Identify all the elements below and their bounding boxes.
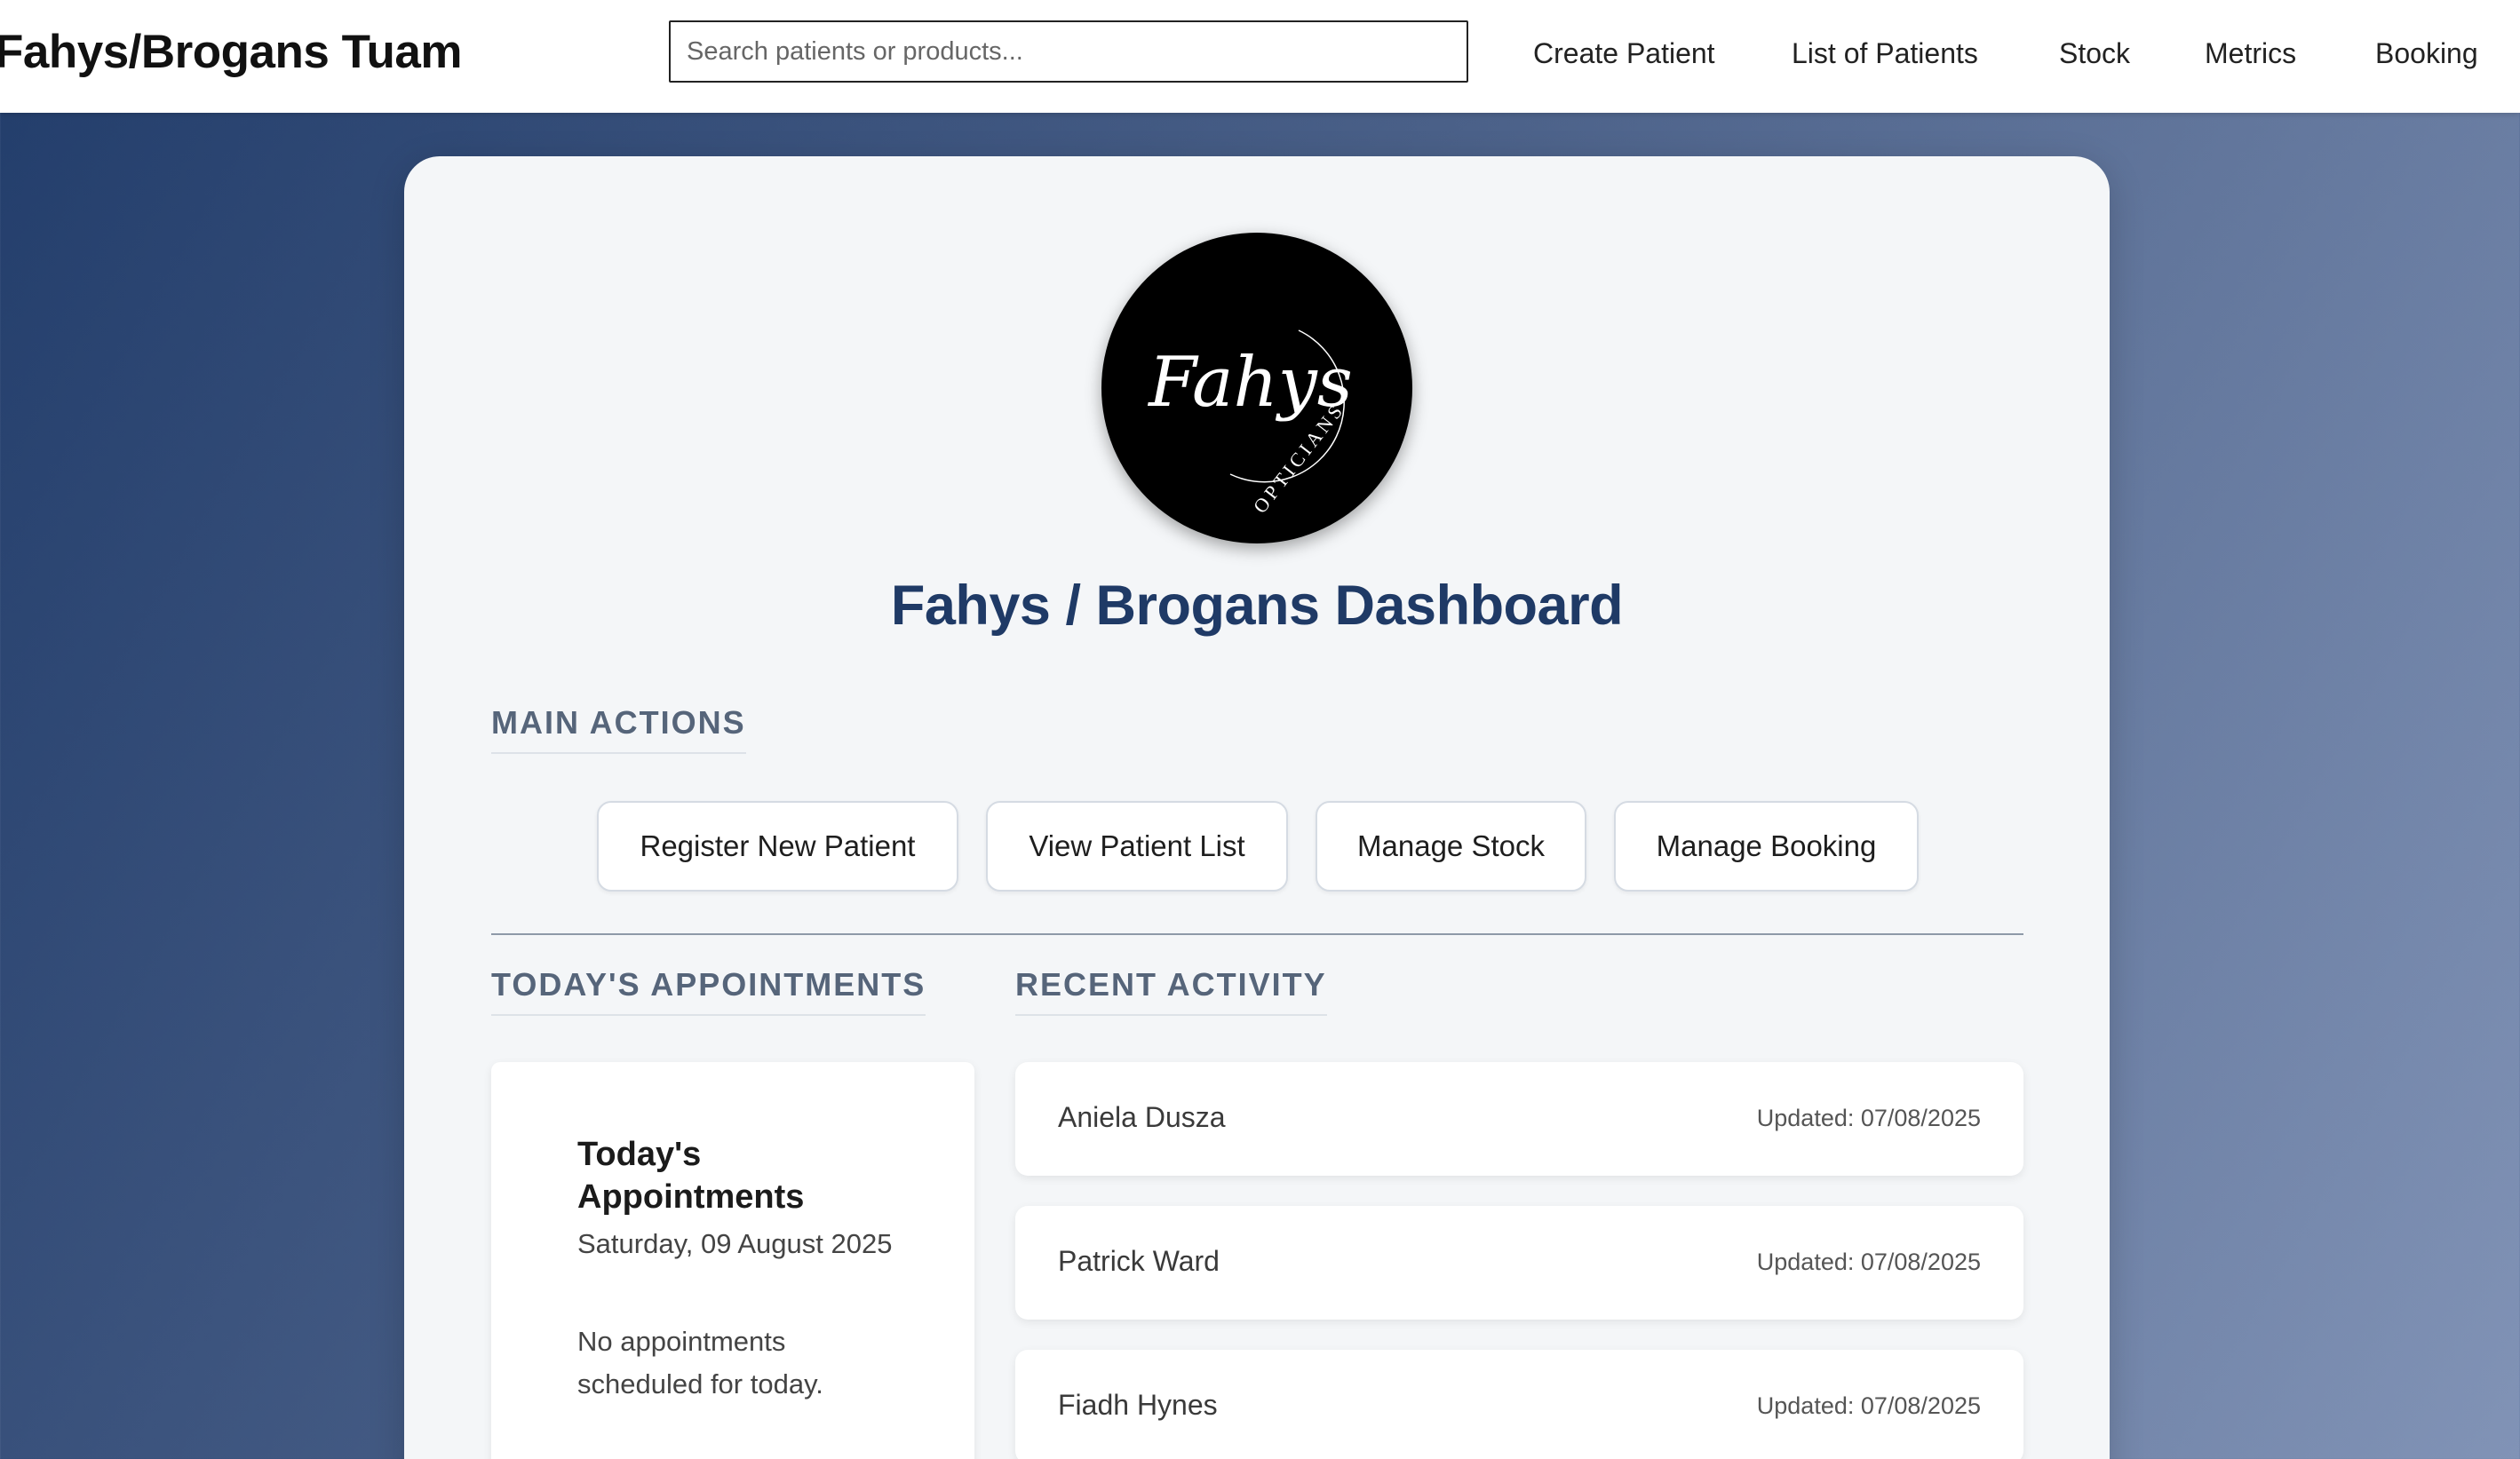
manage-stock-button[interactable]: Manage Stock [1316,801,1586,892]
logo-graphic: Fahys OPTICIANS [1147,329,1353,518]
view-patient-list-button[interactable]: View Patient List [986,801,1288,892]
recent-activity-heading: RECENT ACTIVITY [1015,966,1327,1016]
dashboard-card: Fahys OPTICIANS Fahys / Brogans Dashboar… [404,156,2110,1459]
nav-list-of-patients[interactable]: List of Patients [1792,37,1978,70]
nav-booking[interactable]: Booking [2375,37,2478,70]
register-new-patient-button[interactable]: Register New Patient [597,801,958,892]
activity-item[interactable]: Patrick Ward Updated: 07/08/2025 [1015,1206,2023,1320]
opticians-logo: Fahys OPTICIANS [1101,233,1412,543]
appointments-empty-message: No appointments scheduled for today. [577,1326,823,1400]
activity-item[interactable]: Fiadh Hynes Updated: 07/08/2025 [1015,1350,2023,1459]
appointments-panel: Today's Appointments Saturday, 09 August… [491,1062,974,1459]
todays-appointments-heading: TODAY'S APPOINTMENTS [491,966,926,1016]
search-input[interactable] [669,20,1468,83]
activity-updated-date: Updated: 07/08/2025 [1756,1249,1981,1275]
page-title: Fahys / Brogans Dashboard [890,575,1624,637]
section-divider [491,933,2023,935]
top-navigation-bar: Fahys/Brogans Tuam Create Patient List o… [0,0,2520,113]
nav-create-patient[interactable]: Create Patient [1533,37,1715,70]
activity-patient-name: Patrick Ward [1058,1245,1220,1277]
nav-stock[interactable]: Stock [2059,37,2130,70]
activity-patient-name: Aniela Dusza [1058,1101,1226,1133]
activity-patient-name: Fiadh Hynes [1058,1389,1218,1421]
appointments-title: Today's Appointments [577,1136,805,1216]
activity-updated-date: Updated: 07/08/2025 [1756,1392,1981,1419]
activity-item[interactable]: Aniela Dusza Updated: 07/08/2025 [1015,1062,2023,1176]
appointments-date: Saturday, 09 August 2025 [577,1228,893,1259]
manage-booking-button[interactable]: Manage Booking [1614,801,1919,892]
nav-metrics[interactable]: Metrics [2205,37,2296,70]
brand-title[interactable]: Fahys/Brogans Tuam [0,25,463,79]
main-actions-heading: MAIN ACTIONS [491,704,746,754]
activity-updated-date: Updated: 07/08/2025 [1756,1105,1981,1131]
